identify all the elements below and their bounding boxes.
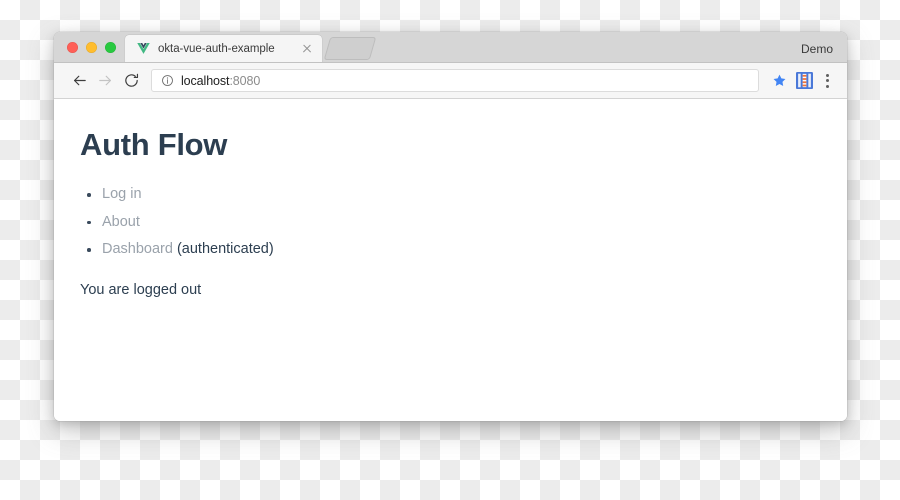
three-dot-menu-icon[interactable] — [817, 69, 837, 93]
extension-icon[interactable] — [791, 69, 817, 93]
minimize-window-button[interactable] — [86, 41, 97, 53]
browser-toolbar: localhost:8080 — [54, 63, 847, 99]
auth-status-text: You are logged out — [80, 281, 202, 298]
tab-strip: okta-vue-auth-example Demo — [54, 32, 847, 63]
window-controls — [54, 32, 125, 62]
dashboard-auth-note: (authenticated) — [176, 241, 274, 258]
menu-dot — [825, 84, 829, 88]
forward-arrow-icon — [92, 68, 118, 94]
info-circle-icon[interactable] — [161, 74, 174, 87]
list-item: About — [80, 213, 847, 233]
vue-logo-icon — [136, 41, 151, 56]
link-dashboard[interactable]: Dashboard — [102, 241, 173, 257]
new-tab-button[interactable] — [323, 37, 377, 60]
page-title: Auth Flow — [80, 127, 228, 162]
zoom-window-button[interactable] — [105, 41, 116, 53]
nav-link-list: Log in About Dashboard (authenticated) — [80, 185, 847, 260]
link-about[interactable]: About — [102, 214, 140, 230]
link-log-in[interactable]: Log in — [102, 186, 142, 202]
list-item: Log in — [80, 185, 847, 205]
profile-name-label[interactable]: Demo — [801, 42, 847, 62]
list-item: Dashboard (authenticated) — [80, 240, 847, 260]
bookmark-star-icon[interactable] — [767, 69, 791, 93]
address-bar[interactable]: localhost:8080 — [151, 69, 759, 92]
menu-dot — [825, 79, 829, 82]
page-viewport: Auth Flow Log in About Dashboard (authen… — [54, 99, 847, 421]
back-arrow-icon[interactable] — [66, 68, 92, 94]
browser-tab-active[interactable]: okta-vue-auth-example — [125, 35, 322, 62]
url-host: localhost — [181, 73, 230, 88]
url-text: localhost:8080 — [181, 74, 260, 88]
browser-window: okta-vue-auth-example Demo localhost:808… — [54, 32, 847, 421]
close-icon[interactable] — [300, 42, 314, 56]
url-port: :8080 — [229, 73, 261, 88]
reload-icon[interactable] — [118, 68, 144, 94]
menu-dot — [825, 73, 829, 77]
tab-title: okta-vue-auth-example — [158, 42, 275, 55]
close-window-button[interactable] — [67, 41, 78, 53]
screenshot-canvas: okta-vue-auth-example Demo localhost:808… — [0, 0, 900, 500]
